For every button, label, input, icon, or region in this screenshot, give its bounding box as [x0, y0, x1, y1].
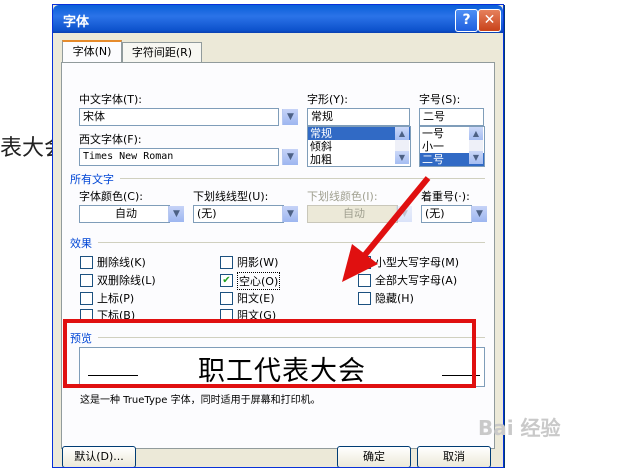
western-font-label: 西文字体(F):	[79, 133, 142, 146]
chevron-down-icon[interactable]: ▼	[282, 149, 298, 165]
font-color-select[interactable]: 自动	[79, 205, 170, 223]
style-scrollbar[interactable]: ▲ ▼	[395, 127, 409, 164]
hidden-checkbox[interactable]	[358, 292, 371, 305]
annotation-highlight-box	[63, 319, 476, 388]
emboss-checkbox[interactable]	[220, 292, 233, 305]
chinese-font-select[interactable]: 宋体	[79, 108, 279, 126]
watermark-logo: Bai 经验	[478, 416, 561, 440]
shadow-checkbox[interactable]	[220, 256, 233, 269]
scroll-up-icon[interactable]: ▲	[469, 127, 483, 140]
help-icon[interactable]: ?	[455, 9, 478, 32]
western-font-select[interactable]: Times New Roman	[79, 148, 279, 166]
title-bar[interactable]: 字体 ? ✕	[53, 5, 503, 33]
style-label: 字形(Y):	[307, 93, 349, 106]
effects-group-title: 效果	[70, 237, 92, 250]
preview-description: 这是一种 TrueType 字体，同时适用于屏幕和打印机。	[80, 395, 321, 406]
scroll-down-icon[interactable]: ▼	[469, 151, 483, 164]
strikethrough-checkbox[interactable]	[80, 256, 93, 269]
arrow-shaft	[361, 176, 431, 258]
chevron-down-icon[interactable]: ▼	[282, 206, 298, 222]
annotation-arrow	[342, 176, 431, 282]
shadow-label[interactable]: 阴影(W)	[237, 254, 278, 270]
double-strikethrough-label[interactable]: 双删除线(L)	[97, 272, 156, 288]
outline-label[interactable]: 空心(O)	[237, 272, 281, 290]
size-input[interactable]: 二号	[419, 108, 484, 126]
ok-button[interactable]: 确定	[337, 446, 411, 467]
scroll-up-icon[interactable]: ▲	[395, 127, 409, 140]
style-input[interactable]: 常规	[307, 108, 410, 126]
chinese-font-label: 中文字体(T):	[79, 93, 143, 106]
close-icon[interactable]: ✕	[478, 9, 501, 32]
superscript-checkbox[interactable]	[80, 292, 93, 305]
hidden-label[interactable]: 隐藏(H)	[375, 290, 414, 306]
emboss-label[interactable]: 阳文(E)	[237, 290, 275, 306]
size-label: 字号(S):	[419, 93, 461, 106]
chevron-down-icon[interactable]: ▼	[471, 206, 487, 222]
chevron-down-icon[interactable]: ▼	[168, 206, 184, 222]
size-scrollbar[interactable]: ▲ ▼	[469, 127, 483, 164]
font-color-label: 字体颜色(C):	[79, 190, 143, 203]
chevron-down-icon[interactable]: ▼	[282, 109, 298, 125]
strikethrough-label[interactable]: 删除线(K)	[97, 254, 146, 270]
outline-checkbox[interactable]: ✔	[220, 274, 233, 287]
dialog-title: 字体	[63, 15, 90, 30]
double-strikethrough-checkbox[interactable]	[80, 274, 93, 287]
all-text-group-title: 所有文字	[70, 173, 114, 186]
default-button[interactable]: 默认(D)...	[62, 446, 136, 467]
underline-style-label: 下划线线型(U):	[193, 190, 269, 203]
cancel-button[interactable]: 取消	[417, 446, 491, 467]
scroll-down-icon[interactable]: ▼	[395, 151, 409, 164]
underline-style-select[interactable]: (无)	[193, 205, 284, 223]
tab-character-spacing[interactable]: 字符间距(R)	[122, 42, 202, 63]
superscript-label[interactable]: 上标(P)	[97, 290, 134, 306]
